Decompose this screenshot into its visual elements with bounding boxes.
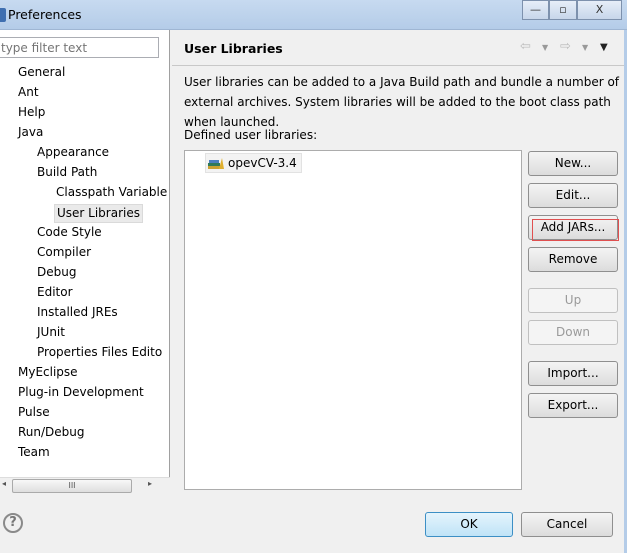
title-bar: Preferences — ▫ X xyxy=(0,0,627,30)
defined-libraries-label: Defined user libraries: xyxy=(184,128,318,142)
tree-item[interactable]: General xyxy=(16,64,67,81)
tree-item[interactable]: Run/Debug xyxy=(16,424,87,441)
tree-item[interactable]: Compiler xyxy=(35,244,93,261)
import-button[interactable]: Import... xyxy=(528,361,618,386)
library-icon xyxy=(208,158,224,169)
scroll-right-icon[interactable]: ▸ xyxy=(148,479,152,488)
forward-icon[interactable]: ⇨ xyxy=(560,39,571,54)
back-icon[interactable]: ⇦ xyxy=(520,39,531,54)
new-button[interactable]: New... xyxy=(528,151,618,176)
tree-item[interactable]: Plug-in Development xyxy=(16,384,146,401)
tree-item[interactable]: Classpath Variable xyxy=(54,184,169,201)
export-button[interactable]: Export... xyxy=(528,393,618,418)
up-button[interactable]: Up xyxy=(528,288,618,313)
tree-item[interactable]: User Libraries xyxy=(54,204,143,223)
preferences-tree-panel: General Ant Help Java Appearance Build Path Cl… xyxy=(0,30,170,494)
forward-dropdown-icon[interactable]: ▼ xyxy=(582,43,588,52)
tree-item[interactable]: Appearance xyxy=(35,144,111,161)
window-title: Preferences xyxy=(8,7,82,22)
tree-item[interactable]: Ant xyxy=(16,84,41,101)
library-name: opevCV-3.4 xyxy=(228,156,297,170)
ok-button[interactable]: OK xyxy=(425,512,513,537)
tree-item[interactable]: MyEclipse xyxy=(16,364,80,381)
tree-item[interactable]: Debug xyxy=(35,264,78,281)
view-menu-icon[interactable]: ▼ xyxy=(600,42,608,53)
highlight-box xyxy=(532,219,619,241)
horizontal-scrollbar[interactable]: ◂ III ▸ xyxy=(0,477,170,494)
down-button[interactable]: Down xyxy=(528,320,618,345)
scroll-thumb[interactable]: III xyxy=(12,479,132,493)
tree-item[interactable]: Build Path xyxy=(35,164,99,181)
edit-button[interactable]: Edit... xyxy=(528,183,618,208)
tree-item[interactable]: Editor xyxy=(35,284,75,301)
help-icon[interactable]: ? xyxy=(3,513,23,533)
tree-item[interactable]: JUnit xyxy=(35,324,67,341)
tree-item[interactable]: Installed JREs xyxy=(35,304,120,321)
back-dropdown-icon[interactable]: ▼ xyxy=(542,43,548,52)
remove-button[interactable]: Remove xyxy=(528,247,618,272)
tree-item[interactable]: Code Style xyxy=(35,224,104,241)
page-description: User libraries can be added to a Java Bu… xyxy=(184,75,620,129)
tree-item[interactable]: Pulse xyxy=(16,404,52,421)
tree-item[interactable]: Java xyxy=(16,124,45,141)
tree-item[interactable]: Help xyxy=(16,104,47,121)
close-button[interactable]: X xyxy=(577,0,622,20)
maximize-button[interactable]: ▫ xyxy=(549,0,577,20)
scroll-left-icon[interactable]: ◂ xyxy=(2,479,6,488)
page-title: User Libraries xyxy=(184,41,283,56)
user-libraries-list[interactable]: opevCV-3.4 xyxy=(184,150,522,490)
minimize-button[interactable]: — xyxy=(522,0,549,20)
tree-item[interactable]: Team xyxy=(16,444,52,461)
page-header: User Libraries ⇦ ▼ ⇨ ▼ ▼ xyxy=(172,30,627,66)
library-item[interactable]: opevCV-3.4 xyxy=(205,153,302,173)
cancel-button[interactable]: Cancel xyxy=(521,512,613,537)
filter-input[interactable] xyxy=(0,37,159,58)
app-icon xyxy=(0,8,6,22)
tree-item[interactable]: Properties Files Edito xyxy=(35,344,164,361)
